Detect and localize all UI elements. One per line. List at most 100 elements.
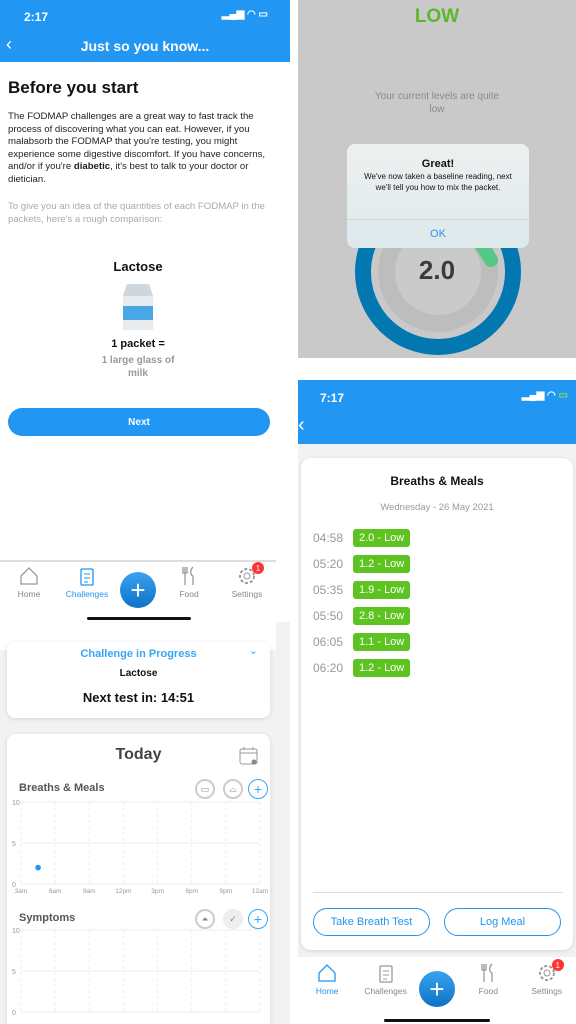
page-title: Before you start bbox=[8, 78, 139, 97]
alert-dialog: Great! We've now taken a baseline readin… bbox=[347, 144, 529, 248]
fork-knife-icon bbox=[481, 963, 494, 982]
nav-food[interactable]: Food bbox=[164, 566, 214, 599]
reading-row[interactable]: 05:35 1.9 - Low bbox=[313, 581, 573, 599]
next-test-timer: Next test in: 14:51 bbox=[82, 690, 195, 705]
home-screen: Challenge in Progress ⌄ Lactose Next tes… bbox=[0, 622, 290, 1024]
milk-carton-icon bbox=[123, 284, 153, 330]
x-tick-label: 6pm bbox=[185, 888, 198, 895]
status-icons: ▂▄▆ ◠ ▭ bbox=[521, 390, 568, 401]
nav-label: Home bbox=[315, 986, 339, 996]
nav-label: Settings bbox=[231, 589, 263, 599]
nav-label: Food bbox=[179, 589, 199, 599]
packet-label: 1 packet = bbox=[111, 338, 165, 350]
bottom-nav: Home Challenges + Food Settings 1 bbox=[0, 562, 276, 620]
today-title: Today bbox=[115, 746, 162, 763]
header-title: Just so you know... bbox=[80, 38, 210, 54]
reading-value-badge: 1.2 - Low bbox=[353, 659, 411, 677]
readings-list: 04:58 2.0 - Low 05:20 1.2 - Low 05:35 1.9 - L… bbox=[313, 529, 573, 677]
fodmap-name: Lactose bbox=[113, 259, 163, 274]
reading-row[interactable]: 05:50 2.8 - Low bbox=[313, 607, 573, 625]
para-bold: diabetic bbox=[73, 161, 111, 172]
x-tick-label: 3pm bbox=[151, 888, 164, 895]
divider bbox=[313, 892, 563, 893]
x-tick-label: 12pm bbox=[115, 888, 131, 895]
chevron-down-icon[interactable]: ⌄ bbox=[249, 644, 258, 657]
nav-settings[interactable]: Settings 1 bbox=[222, 562, 272, 599]
nav-challenges[interactable]: Challenges bbox=[361, 963, 411, 996]
challenge-card[interactable]: Challenge in Progress ⌄ Lactose Next tes… bbox=[7, 642, 270, 718]
calendar-icon[interactable] bbox=[239, 746, 259, 766]
header: 7:17 ▂▄▆ ◠ ▭ ‹ bbox=[298, 380, 576, 444]
reading-row[interactable]: 06:05 1.1 - Low bbox=[313, 633, 573, 651]
x-tick-label: 6am bbox=[49, 888, 62, 895]
packet-equivalent: 1 large glass of milk bbox=[101, 355, 175, 379]
level-label: LOW bbox=[414, 6, 460, 27]
level-description: Your current levels are quite low bbox=[374, 91, 500, 115]
reading-row[interactable]: 04:58 2.0 - Low bbox=[313, 529, 573, 547]
nav-food[interactable]: Food bbox=[463, 963, 513, 996]
notification-badge: 1 bbox=[252, 562, 264, 574]
intro-paragraph: The FODMAP challenges are a great way to… bbox=[8, 111, 283, 186]
header: 2:17 ▂▄▆ ◠ ▭ ‹ Just so you know... bbox=[0, 0, 290, 62]
reading-row[interactable]: 05:20 1.2 - Low bbox=[313, 555, 573, 573]
nav-home[interactable]: Home bbox=[4, 566, 54, 599]
reading-value-badge: 2.0 - Low bbox=[353, 529, 411, 547]
nav-label: Settings bbox=[531, 986, 563, 996]
reading-time: 04:58 bbox=[313, 531, 344, 545]
y-tick-label: 0 bbox=[12, 1010, 16, 1017]
log-meal-button[interactable]: Log Meal bbox=[444, 908, 561, 936]
home-icon bbox=[318, 964, 336, 982]
reading-row[interactable]: 06:20 1.2 - Low bbox=[313, 659, 573, 677]
nav-label: Food bbox=[478, 986, 499, 996]
card-title: Breaths & Meals bbox=[390, 474, 484, 488]
status-icons: ▂▄▆ ◠ ▭ bbox=[221, 9, 268, 20]
home-indicator bbox=[87, 617, 191, 620]
alert-ok-button[interactable]: OK bbox=[347, 220, 529, 248]
y-tick-label: 10 bbox=[12, 928, 20, 935]
x-tick-label: 3am bbox=[15, 888, 28, 895]
add-button[interactable]: + bbox=[120, 572, 156, 608]
challenge-name: Lactose bbox=[119, 668, 158, 679]
symptoms-title: Symptoms bbox=[19, 912, 76, 924]
alert-message: We've now taken a baseline reading, next… bbox=[364, 172, 512, 192]
fork-knife-icon bbox=[182, 566, 194, 585]
breaths-meals-title: Breaths & Meals bbox=[19, 782, 105, 794]
alert-title: Great! bbox=[421, 158, 455, 170]
reading-time: 05:50 bbox=[313, 609, 344, 623]
reading-time: 05:20 bbox=[313, 557, 344, 571]
nav-challenges[interactable]: Challenges bbox=[62, 566, 112, 599]
reading-value-badge: 1.9 - Low bbox=[353, 581, 411, 599]
reading-time: 06:20 bbox=[313, 661, 344, 675]
nav-settings[interactable]: Settings 1 bbox=[522, 959, 572, 996]
back-button[interactable]: ‹ bbox=[298, 414, 305, 437]
breaths-meals-card: Breaths & Meals Wednesday - 26 May 2021 … bbox=[301, 458, 573, 950]
nav-home[interactable]: Home bbox=[302, 963, 352, 996]
symptoms-chart: 0 5 10 bbox=[12, 928, 261, 1017]
nav-label: Challenges bbox=[364, 986, 407, 996]
divider bbox=[0, 560, 276, 562]
reading-value: 2.0 bbox=[418, 255, 456, 285]
reading-value-badge: 2.8 - Low bbox=[353, 607, 411, 625]
y-tick-label: 10 bbox=[12, 800, 20, 807]
reading-time: 06:05 bbox=[313, 635, 344, 649]
clipboard-icon bbox=[378, 965, 393, 983]
take-breath-test-button[interactable]: Take Breath Test bbox=[313, 908, 430, 936]
data-point bbox=[35, 864, 41, 871]
breaths-meals-chart: 05103am 6am 9am 12pm 3pm 6pm 9pm 12am bbox=[12, 800, 268, 895]
challenge-title: Challenge in Progress bbox=[80, 648, 197, 660]
reading-value-badge: 1.2 - Low bbox=[353, 555, 411, 573]
nav-label: Challenges bbox=[65, 589, 109, 599]
breaths-meals-screen: 7:17 ▂▄▆ ◠ ▭ ‹ Breaths & Meals Wednesday… bbox=[298, 380, 576, 1024]
clipboard-icon bbox=[80, 568, 94, 586]
x-tick-label: 9pm bbox=[220, 888, 233, 895]
nav-label: Home bbox=[17, 589, 41, 599]
reading-result-screen: LOW Your current levels are quite low 2.… bbox=[298, 0, 576, 358]
x-tick-label: 12am bbox=[252, 888, 268, 895]
x-tick-label: 9am bbox=[83, 888, 96, 895]
next-button[interactable]: Next bbox=[8, 408, 270, 436]
before-you-start-screen: 2:17 ▂▄▆ ◠ ▭ ‹ Just so you know... Befor… bbox=[0, 0, 290, 620]
add-button[interactable]: + bbox=[418, 971, 455, 1007]
today-card: Today Breaths & Meals ▭ ⌓ + 0 5 10 3am 6am 9a… bbox=[7, 734, 270, 1024]
status-time: 7:17 bbox=[320, 391, 345, 405]
y-tick-label: 5 bbox=[12, 969, 16, 976]
